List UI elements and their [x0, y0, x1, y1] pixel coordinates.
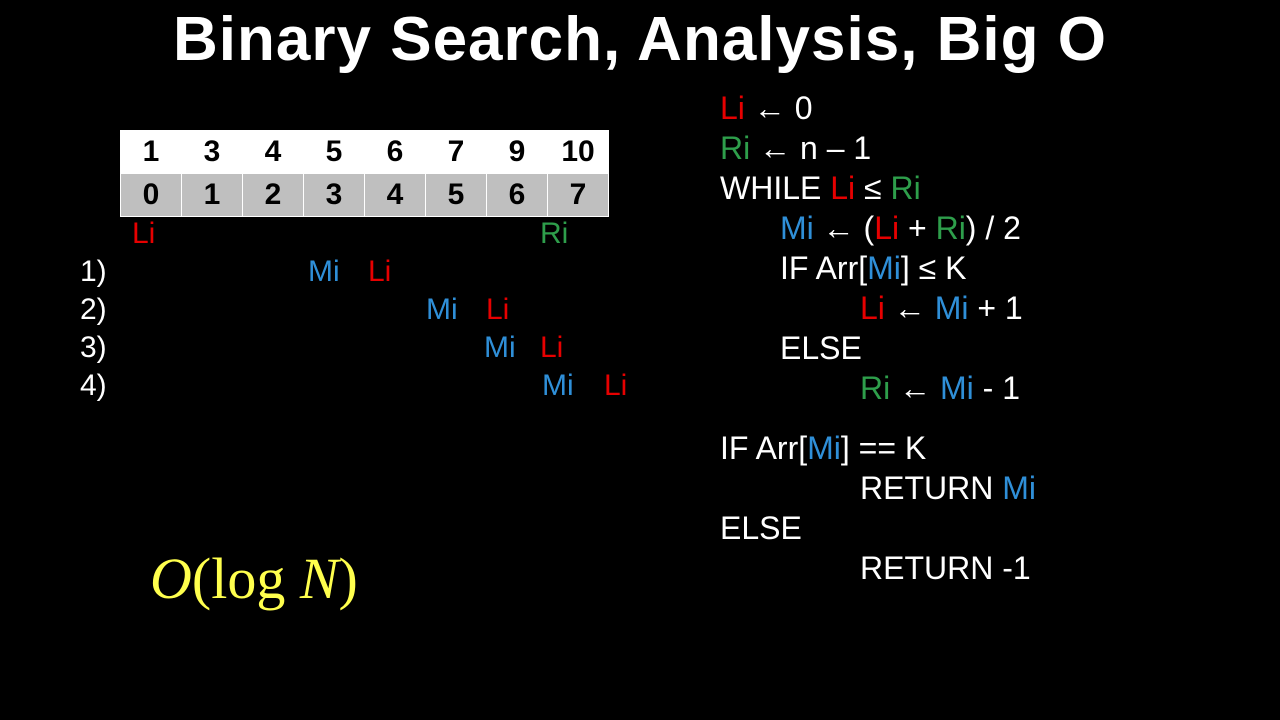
marker-row-4: 4) Mi Li [120, 369, 660, 407]
mi-marker: Mi [542, 369, 574, 403]
cell: 7 [548, 174, 609, 217]
li-marker: Li [486, 293, 509, 327]
tok: ELSE [780, 330, 862, 366]
tok: Mi [935, 290, 969, 326]
cell: 5 [304, 131, 365, 174]
code-line: WHILE Li ≤ Ri [720, 168, 1036, 208]
li-marker: Li [604, 369, 627, 403]
tok: Ri [860, 370, 890, 406]
array-indices-row: 0 1 2 3 4 5 6 7 [121, 174, 609, 217]
marker-rows: Li Ri 1) Mi Li 2) Mi Li 3) Mi Li 4) Mi L… [120, 217, 660, 407]
mi-marker: Mi [484, 331, 516, 365]
li-marker: Li [132, 217, 155, 251]
code-line: Ri ← Mi - 1 [720, 368, 1036, 408]
code-line: RETURN Mi [720, 468, 1036, 508]
marker-row-3: 3) Mi Li [120, 331, 660, 369]
tok: Mi [807, 430, 841, 466]
tok: + 1 [968, 290, 1022, 326]
li-marker: Li [540, 331, 563, 365]
tok: Li [830, 170, 855, 206]
cell: 10 [548, 131, 609, 174]
tok: ) / 2 [966, 210, 1021, 246]
tok: IF Arr[ [780, 250, 867, 286]
cell: 2 [243, 174, 304, 217]
tok: ← [890, 370, 940, 406]
step-number: 3) [80, 331, 107, 365]
marker-row-initial: Li Ri [120, 217, 660, 255]
tok: Ri [720, 130, 750, 166]
step-number: 4) [80, 369, 107, 403]
code-line: IF Arr[Mi] == K [720, 428, 1036, 468]
step-number: 1) [80, 255, 107, 289]
code-line: Mi ← (Li + Ri) / 2 [720, 208, 1036, 248]
cell: 4 [243, 131, 304, 174]
step-number: 2) [80, 293, 107, 327]
cell: 4 [365, 174, 426, 217]
tok: Li [874, 210, 899, 246]
li-marker: Li [368, 255, 391, 289]
tok: ← ( [814, 210, 874, 246]
cell: 3 [304, 174, 365, 217]
tok: + [899, 210, 935, 246]
tok: ← [885, 290, 935, 326]
tok: ≤ [855, 170, 890, 206]
pseudocode: Li ← 0 Ri ← n – 1 WHILE Li ≤ Ri Mi ← (Li… [720, 88, 1036, 588]
code-line: Li ← Mi + 1 [720, 288, 1036, 328]
tok: ← 0 [745, 90, 813, 126]
mi-marker: Mi [426, 293, 458, 327]
cell: 9 [487, 131, 548, 174]
cell: 1 [182, 174, 243, 217]
code-line: RETURN -1 [720, 548, 1036, 588]
tok: Mi [867, 250, 901, 286]
ri-marker: Ri [540, 217, 568, 251]
code-line: Ri ← n – 1 [720, 128, 1036, 168]
tok: ELSE [720, 510, 802, 546]
left-panel: 1 3 4 5 6 7 9 10 0 1 2 3 4 5 6 7 Li Ri 1… [100, 130, 660, 407]
tok: Ri [936, 210, 966, 246]
tok: ] == K [841, 430, 926, 466]
big-o-paren: ( [192, 546, 211, 611]
tok: RETURN -1 [860, 550, 1031, 586]
cell: 1 [121, 131, 182, 174]
marker-row-1: 1) Mi Li [120, 255, 660, 293]
cell: 6 [365, 131, 426, 174]
cell: 3 [182, 131, 243, 174]
cell: 5 [426, 174, 487, 217]
array-values-row: 1 3 4 5 6 7 9 10 [121, 131, 609, 174]
tok: ← n – 1 [750, 130, 871, 166]
big-o-notation: O(log N) [150, 545, 358, 612]
code-line: IF Arr[Mi] ≤ K [720, 248, 1036, 288]
mi-marker: Mi [308, 255, 340, 289]
array-table: 1 3 4 5 6 7 9 10 0 1 2 3 4 5 6 7 [120, 130, 609, 217]
tok: ] ≤ K [901, 250, 967, 286]
tok: Mi [940, 370, 974, 406]
cell: 0 [121, 174, 182, 217]
tok: Li [860, 290, 885, 326]
tok: RETURN [860, 470, 1002, 506]
big-o-N: N [300, 546, 339, 611]
cell: 7 [426, 131, 487, 174]
tok: Li [720, 90, 745, 126]
big-o-log: log [211, 546, 285, 611]
code-line: ELSE [720, 328, 1036, 368]
tok: Mi [780, 210, 814, 246]
code-line: Li ← 0 [720, 88, 1036, 128]
tok: WHILE [720, 170, 830, 206]
tok: - 1 [974, 370, 1020, 406]
slide-title: Binary Search, Analysis, Big O [0, 0, 1280, 75]
tok: Ri [890, 170, 920, 206]
code-line: ELSE [720, 508, 1036, 548]
tok: Mi [1002, 470, 1036, 506]
marker-row-2: 2) Mi Li [120, 293, 660, 331]
tok: IF Arr[ [720, 430, 807, 466]
cell: 6 [487, 174, 548, 217]
blank-line [720, 408, 1036, 428]
big-o-paren: ) [339, 546, 358, 611]
big-o-O: O [150, 546, 192, 611]
